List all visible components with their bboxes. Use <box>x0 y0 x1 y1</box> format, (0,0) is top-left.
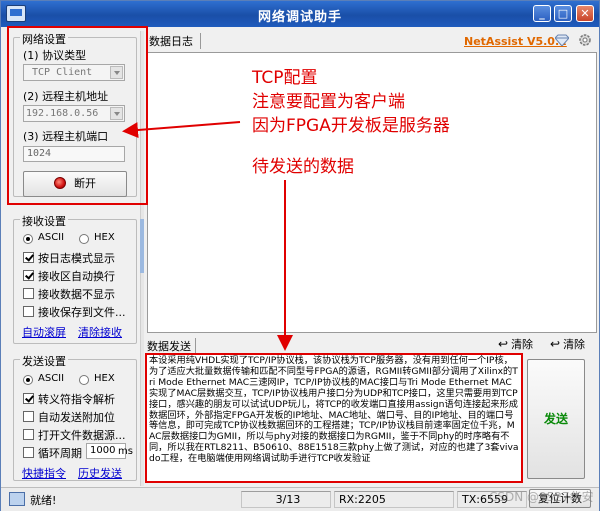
gear-icon[interactable] <box>578 33 592 47</box>
broom-icon: ↩ <box>498 337 509 351</box>
broom-icon: ↩ <box>550 337 561 351</box>
recv-hex-radio[interactable] <box>79 234 89 244</box>
loop-period-checkbox[interactable] <box>23 447 34 458</box>
status-rx: RX:2205 <box>334 491 454 508</box>
escape-checkbox[interactable] <box>23 393 34 404</box>
send-data-input[interactable]: 本设采用纯VHDL实现了TCP/IP协议栈，该协议栈为TCP服务器，没有用到任何… <box>145 353 523 483</box>
history-link[interactable]: 历史发送 <box>78 465 122 481</box>
tab-data-send[interactable]: 数据发送 <box>147 338 196 354</box>
status-ready: 就绪! <box>30 494 57 507</box>
send-hex-radio[interactable] <box>79 375 89 385</box>
window-title: 网络调试助手 <box>257 10 342 25</box>
annotation-send-data: 待发送的数据 <box>252 157 354 177</box>
recv-hex-label: HEX <box>94 232 115 243</box>
clear-send-button[interactable]: ↩ 清除 <box>550 336 585 352</box>
auto-append-label: 自动发送附加位 <box>38 411 115 424</box>
splitter-handle[interactable] <box>140 219 144 273</box>
receive-settings-legend: 接收设置 <box>20 213 68 229</box>
save-file-label: 接收保存到文件... <box>38 306 126 319</box>
annotation-box-net <box>7 26 148 205</box>
recv-ascii-label: ASCII <box>38 232 65 243</box>
shortcut-link[interactable]: 快捷指令 <box>22 465 66 481</box>
close-button[interactable]: ✕ <box>576 5 594 22</box>
send-data-text[interactable]: 本设采用纯VHDL实现了TCP/IP协议栈，该协议栈为TCP服务器，没有用到任何… <box>147 355 521 466</box>
open-file-checkbox[interactable] <box>23 429 34 440</box>
loop-period-unit: ms <box>118 446 133 457</box>
send-button[interactable]: 发送 <box>527 359 585 479</box>
send-hex-label: HEX <box>94 373 115 384</box>
clear-log-button[interactable]: ↩ 清除 <box>498 336 533 352</box>
annotation-tcp-config: TCP配置 <box>252 68 318 88</box>
send-ascii-label: ASCII <box>38 373 65 384</box>
send-settings-legend: 发送设置 <box>20 353 68 369</box>
clear-receive-link[interactable]: 清除接收 <box>78 324 122 340</box>
log-mode-label: 按日志模式显示 <box>38 252 115 265</box>
brand-link[interactable]: NetAssist V5.0.2 <box>464 35 567 48</box>
clear-log-label: 清除 <box>511 338 534 351</box>
annotation-client-note: 注意要配置为客户端 <box>252 92 405 112</box>
annotation-server-note: 因为FPGA开发板是服务器 <box>252 116 450 136</box>
diamond-icon[interactable] <box>555 34 569 46</box>
minimize-button[interactable]: _ <box>533 5 551 22</box>
auto-scroll-link[interactable]: 自动滚屏 <box>22 324 66 340</box>
title-bar[interactable]: 网络调试助手 _ □ ✕ <box>1 1 599 27</box>
save-file-checkbox[interactable] <box>23 306 34 317</box>
status-icon <box>9 492 25 506</box>
recv-ascii-radio[interactable] <box>23 234 33 244</box>
auto-wrap-label: 接收区自动换行 <box>38 270 115 283</box>
no-display-checkbox[interactable] <box>23 288 34 299</box>
maximize-button[interactable]: □ <box>554 5 572 22</box>
log-mode-checkbox[interactable] <box>23 252 34 263</box>
send-ascii-radio[interactable] <box>23 375 33 385</box>
tab-data-log[interactable]: 数据日志 <box>147 33 201 49</box>
no-display-label: 接收数据不显示 <box>38 288 115 301</box>
auto-wrap-checkbox[interactable] <box>23 270 34 281</box>
clear-send-label: 清除 <box>563 338 586 351</box>
open-file-label: 打开文件数据源... <box>38 429 126 442</box>
auto-append-checkbox[interactable] <box>23 411 34 422</box>
watermark-text: CSDN @9527华安 <box>489 490 594 504</box>
loop-period-label: 循环周期 <box>38 447 82 460</box>
status-count: 3/13 <box>241 491 331 508</box>
escape-label: 转义符指令解析 <box>38 393 115 406</box>
